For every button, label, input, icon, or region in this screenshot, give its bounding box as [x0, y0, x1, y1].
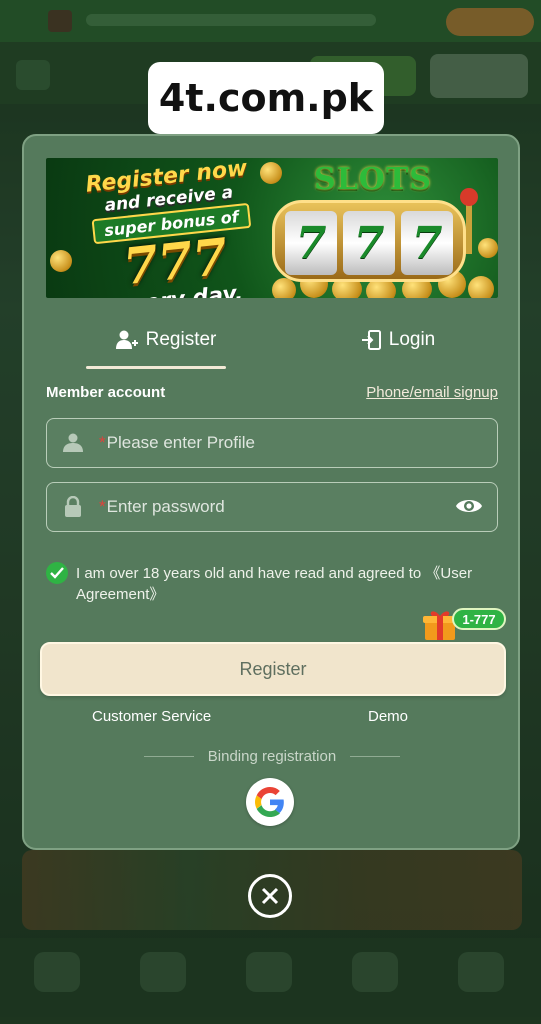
slot-reel: 7 [285, 211, 337, 275]
account-row: Member account Phone/email signup [46, 384, 498, 404]
binding-registration-divider: Binding registration [46, 746, 498, 766]
login-door-icon [361, 330, 381, 350]
tab-register[interactable]: Register [86, 316, 246, 364]
tab-register-label: Register [145, 329, 217, 350]
tab-login-label: Login [388, 329, 436, 350]
required-mark: * [99, 433, 106, 452]
phone-email-signup-link[interactable]: Phone/email signup [366, 384, 498, 401]
divider-line [350, 755, 401, 757]
password-field[interactable]: * Enter password [46, 482, 498, 532]
divider-line [143, 755, 194, 757]
password-input-placeholder: Enter password [106, 497, 225, 516]
google-icon [255, 787, 284, 817]
register-modal: Register now and receive a super bonus o… [22, 134, 520, 850]
slot-machine-graphic: 7 7 7 [272, 200, 466, 282]
tab-login[interactable]: Login [318, 316, 478, 364]
demo-link[interactable]: Demo [368, 708, 408, 725]
slot-reel: 7 [401, 211, 453, 275]
auth-tabs: Register Login [46, 316, 498, 372]
promo-banner: Register now and receive a super bonus o… [46, 158, 498, 298]
binding-registration-label: Binding registration [207, 747, 337, 765]
register-button[interactable]: Register [40, 642, 506, 696]
slot-reel: 7 [343, 211, 395, 275]
slot-lever [466, 198, 472, 254]
site-watermark: 4t.com.pk [148, 62, 384, 134]
show-password-eye-icon[interactable] [455, 496, 483, 521]
profile-input-placeholder: Please enter Profile [106, 433, 255, 452]
google-signin-button[interactable] [246, 778, 294, 826]
required-mark: * [99, 497, 106, 516]
lock-icon [47, 496, 99, 518]
agreement-checkbox[interactable] [46, 562, 68, 584]
banner-promo-text: Register now and receive a super bonus o… [61, 158, 285, 298]
member-account-label: Member account [46, 384, 166, 401]
customer-service-link[interactable]: Customer Service [92, 708, 211, 725]
slots-title: SLOTS [314, 162, 432, 197]
active-tab-indicator [86, 366, 226, 369]
close-icon [261, 887, 279, 905]
slot-lever-knob [460, 188, 478, 206]
check-icon [50, 567, 64, 579]
add-user-icon [115, 330, 138, 350]
profile-field[interactable]: * Please enter Profile [46, 418, 498, 468]
user-icon [47, 433, 99, 453]
bonus-badge: 1-777 [452, 608, 506, 630]
agreement-text[interactable]: I am over 18 years old and have read and… [76, 563, 496, 605]
close-modal-button[interactable] [248, 874, 292, 918]
